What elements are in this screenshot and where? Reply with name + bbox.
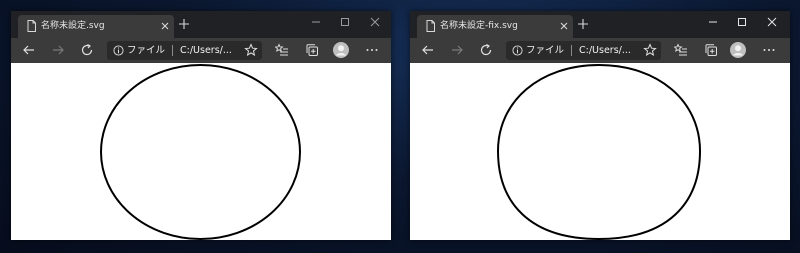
address-separator bbox=[571, 45, 572, 56]
page-icon bbox=[426, 20, 435, 32]
browser-window-right: 名称未設定-fix.svg ファイル C:/Users/... bbox=[410, 11, 790, 240]
address-separator bbox=[172, 45, 173, 56]
more-icon[interactable] bbox=[762, 43, 776, 57]
info-icon[interactable] bbox=[113, 45, 124, 56]
address-bar[interactable]: ファイル C:/Users/... bbox=[506, 41, 661, 60]
forward-arrow-icon[interactable] bbox=[450, 43, 464, 57]
refresh-icon[interactable] bbox=[479, 43, 493, 57]
svg-drawing bbox=[100, 64, 301, 240]
page-content bbox=[410, 63, 790, 240]
address-path: C:/Users/... bbox=[579, 45, 631, 56]
tab-active[interactable]: 名称未設定.svg bbox=[18, 15, 174, 38]
plus-icon[interactable] bbox=[178, 18, 190, 30]
favorites-list-icon[interactable] bbox=[275, 43, 289, 57]
navigation-toolbar: ファイル C:/Users/... bbox=[410, 38, 790, 63]
star-icon[interactable] bbox=[643, 43, 657, 57]
address-path: C:/Users/... bbox=[180, 45, 232, 56]
back-arrow-icon[interactable] bbox=[22, 43, 36, 57]
address-bar[interactable]: ファイル C:/Users/... bbox=[107, 41, 262, 60]
tab-title: 名称未設定-fix.svg bbox=[440, 21, 518, 31]
tab-title: 名称未設定.svg bbox=[41, 21, 105, 31]
address-protocol: ファイル bbox=[526, 45, 565, 56]
navigation-toolbar: ファイル C:/Users/... bbox=[11, 38, 391, 63]
more-icon[interactable] bbox=[365, 43, 379, 57]
rounded-circle-shape bbox=[496, 63, 702, 240]
maximize-icon[interactable] bbox=[736, 16, 748, 28]
close-icon[interactable] bbox=[160, 21, 170, 31]
star-icon[interactable] bbox=[244, 43, 258, 57]
plus-icon[interactable] bbox=[577, 18, 589, 30]
maximize-icon[interactable] bbox=[339, 16, 351, 28]
collections-icon[interactable] bbox=[305, 43, 319, 57]
page-content bbox=[11, 63, 391, 240]
collections-icon[interactable] bbox=[704, 43, 718, 57]
refresh-icon[interactable] bbox=[80, 43, 94, 57]
favorites-list-icon[interactable] bbox=[674, 43, 688, 57]
tab-bar: 名称未設定-fix.svg bbox=[410, 11, 790, 38]
minimize-icon[interactable] bbox=[707, 16, 719, 28]
browser-window-left: 名称未設定.svg ファイル C:/Users/... bbox=[11, 11, 391, 240]
info-icon[interactable] bbox=[512, 45, 523, 56]
page-icon bbox=[27, 20, 36, 32]
avatar[interactable] bbox=[333, 42, 349, 58]
minimize-icon[interactable] bbox=[310, 16, 322, 28]
close-window-icon[interactable] bbox=[369, 16, 381, 28]
back-arrow-icon[interactable] bbox=[421, 43, 435, 57]
forward-arrow-icon[interactable] bbox=[51, 43, 65, 57]
close-window-icon[interactable] bbox=[766, 16, 778, 28]
close-icon[interactable] bbox=[559, 21, 569, 31]
svg-drawing bbox=[496, 63, 702, 240]
address-protocol: ファイル bbox=[127, 45, 166, 56]
circle-shape bbox=[100, 64, 301, 240]
tab-active[interactable]: 名称未設定-fix.svg bbox=[417, 15, 573, 38]
avatar[interactable] bbox=[730, 42, 746, 58]
tab-bar: 名称未設定.svg bbox=[11, 11, 391, 38]
